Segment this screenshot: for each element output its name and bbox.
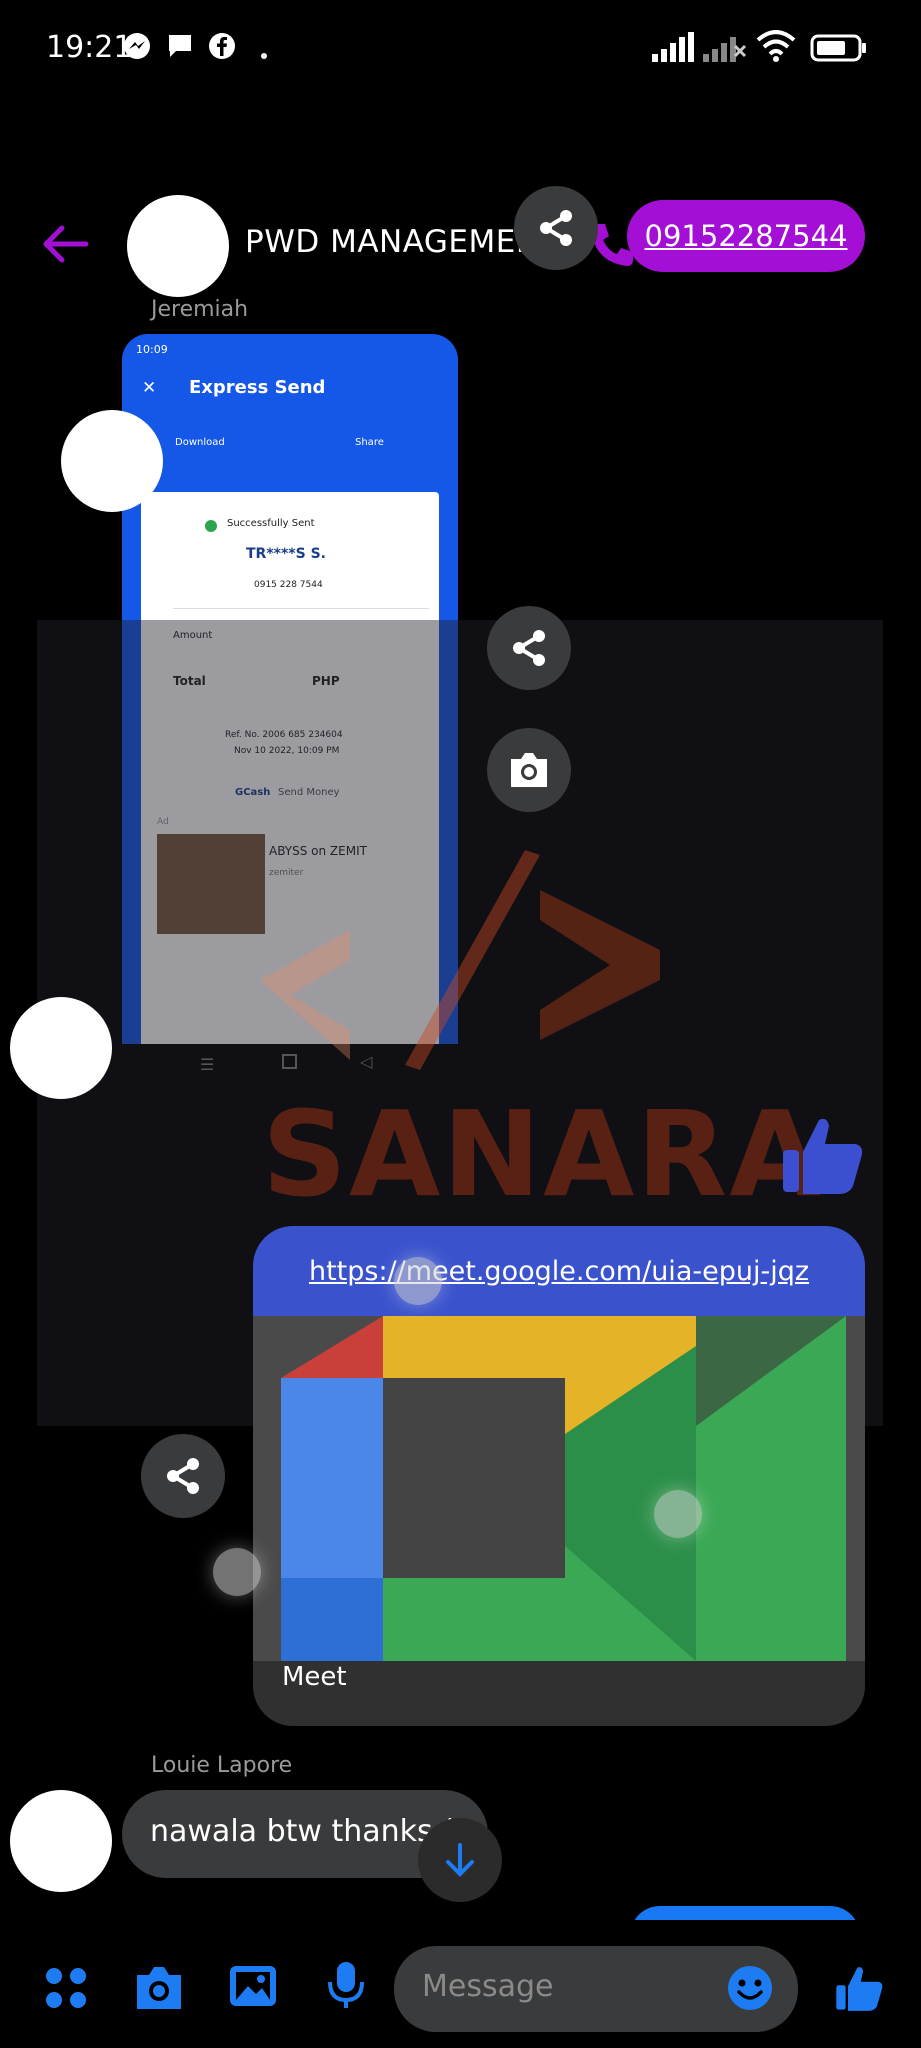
recipient-number: 0915 228 7544 bbox=[254, 580, 323, 590]
check-icon bbox=[205, 520, 217, 532]
camera-icon[interactable] bbox=[133, 1965, 185, 2015]
phone-link[interactable]: 09152287544 bbox=[645, 219, 848, 253]
messenger-icon bbox=[123, 32, 151, 64]
download-label: Download bbox=[175, 437, 225, 448]
google-meet-logo-image bbox=[253, 1316, 865, 1661]
apps-grid-icon[interactable] bbox=[44, 1966, 88, 2014]
link-header[interactable]: https://meet.google.com/uia-epuj-jqz bbox=[253, 1226, 865, 1316]
success-text: Successfully Sent bbox=[227, 518, 315, 529]
sender-avatar[interactable] bbox=[61, 410, 163, 512]
thumbs-up-icon bbox=[779, 1110, 865, 1200]
screenshot-status-time: 10:09 bbox=[136, 343, 168, 356]
share-button[interactable] bbox=[141, 1434, 225, 1518]
touch-indicator bbox=[213, 1548, 261, 1596]
group-avatar[interactable] bbox=[127, 195, 229, 297]
sender-name: Louie Lapore bbox=[151, 1753, 293, 1778]
touch-indicator bbox=[394, 1257, 442, 1305]
signal-no-service-icon bbox=[703, 32, 747, 66]
share-icon bbox=[513, 630, 545, 666]
nav-home-icon bbox=[282, 1054, 297, 1069]
close-icon: ✕ bbox=[142, 378, 157, 398]
gallery-icon[interactable] bbox=[228, 1962, 278, 2014]
emoji-icon[interactable] bbox=[726, 1964, 774, 2016]
message-placeholder: Message bbox=[422, 1969, 554, 2004]
touch-indicator bbox=[654, 1490, 702, 1538]
chat-bubble-icon bbox=[166, 32, 194, 64]
dot-icon bbox=[260, 45, 268, 64]
share-button[interactable] bbox=[487, 606, 571, 690]
microphone-icon[interactable] bbox=[326, 1960, 366, 2014]
thumbs-up-icon[interactable] bbox=[834, 1962, 884, 2016]
back-arrow-icon[interactable] bbox=[40, 224, 89, 268]
nav-menu-icon: ☰ bbox=[200, 1055, 215, 1074]
share-icon bbox=[540, 210, 572, 246]
share-icon bbox=[167, 1458, 199, 1494]
camera-button[interactable] bbox=[487, 728, 571, 812]
sender-avatar[interactable] bbox=[10, 1790, 112, 1892]
nav-back-icon: ◁ bbox=[360, 1052, 373, 1071]
arrow-down-icon bbox=[446, 1843, 474, 1877]
status-time: 19:21 bbox=[46, 30, 133, 65]
sender-avatar[interactable] bbox=[10, 997, 112, 1099]
divider bbox=[173, 608, 429, 609]
signal-icon bbox=[652, 32, 696, 66]
status-bar: 19:21 bbox=[0, 0, 921, 100]
message-bubble-phone[interactable]: 09152287544 bbox=[627, 200, 865, 272]
facebook-icon bbox=[208, 32, 236, 64]
meet-link[interactable]: https://meet.google.com/uia-epuj-jqz bbox=[309, 1256, 809, 1287]
recipient-name: TR****S S. bbox=[246, 546, 326, 562]
scroll-to-bottom-button[interactable] bbox=[418, 1818, 502, 1902]
share-button[interactable] bbox=[514, 186, 598, 270]
share-label: Share bbox=[355, 437, 384, 448]
watermark-text: SANARA bbox=[262, 1085, 823, 1223]
link-preview-card[interactable]: https://meet.google.com/uia-epuj-jqz Mee… bbox=[253, 1226, 865, 1726]
message-text: nawala btw thanks ( bbox=[150, 1814, 454, 1849]
sender-name: Jeremiah bbox=[151, 297, 249, 322]
link-caption: Meet bbox=[282, 1662, 347, 1692]
battery-icon bbox=[810, 34, 868, 66]
wifi-icon bbox=[756, 30, 796, 66]
camera-icon bbox=[511, 753, 547, 787]
screenshot-title: Express Send bbox=[189, 377, 326, 398]
